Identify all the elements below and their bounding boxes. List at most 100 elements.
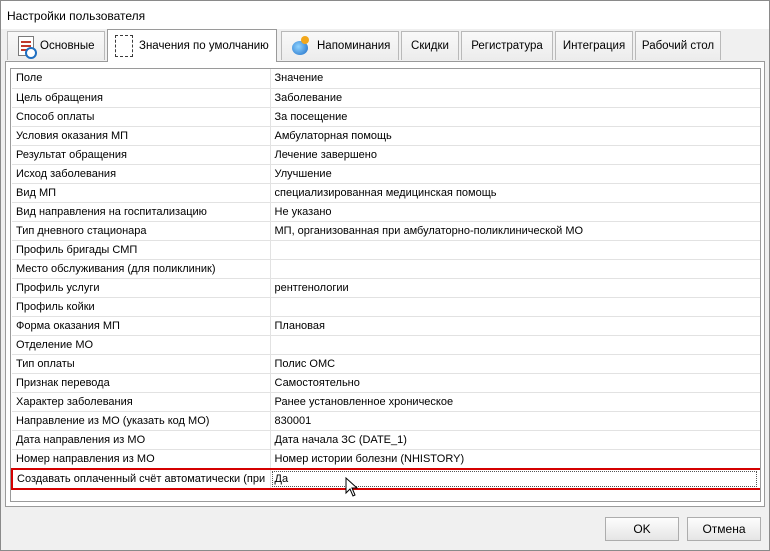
ok-button[interactable]: OK <box>605 517 679 541</box>
field-cell[interactable]: Номер направления из МО <box>12 449 271 469</box>
column-header-field[interactable]: Поле <box>12 69 271 89</box>
table-row[interactable]: Профиль койки <box>12 297 760 317</box>
table-row[interactable]: Форма оказания МП Плановая <box>12 316 760 336</box>
table-row[interactable]: Условия оказания МП Амбулаторная помощь <box>12 126 760 146</box>
value-cell[interactable]: За посещение <box>270 107 760 127</box>
value-cell[interactable]: Дата начала ЗС (DATE_1) <box>270 430 760 450</box>
value-cell[interactable]: Не указано <box>270 202 760 222</box>
field-cell[interactable]: Тип оплаты <box>12 354 271 374</box>
field-cell[interactable]: Форма оказания МП <box>12 316 271 336</box>
tab-desktop-label: Рабочий стол <box>641 39 715 52</box>
value-cell[interactable]: специализированная медицинская помощь <box>270 183 760 203</box>
tab-strip: Основные Значения по умолчанию Напоминан… <box>5 29 765 62</box>
tab-registry[interactable]: Регистратура <box>461 31 553 60</box>
tab-discounts[interactable]: Скидки <box>401 31 459 60</box>
field-cell[interactable]: Характер заболевания <box>12 392 271 412</box>
blank-page-icon <box>115 35 133 57</box>
table-row[interactable]: Вид МП специализированная медицинская пом… <box>12 183 760 203</box>
value-text: Лечение завершено <box>274 148 377 161</box>
value-cell[interactable]: Плановая <box>270 316 760 336</box>
value-cell[interactable]: Заболевание <box>270 88 760 108</box>
field-cell[interactable]: Признак перевода <box>12 373 271 393</box>
table-row[interactable]: Создавать оплаченный счёт автоматически … <box>11 467 760 490</box>
document-report-icon <box>18 36 37 59</box>
reminder-globe-icon <box>289 35 311 57</box>
value-cell[interactable]: Да <box>270 467 760 490</box>
table-row[interactable]: Направление из МО (указать код МО) 830001 <box>12 411 760 431</box>
field-cell[interactable]: Вид направления на госпитализацию <box>12 202 271 222</box>
tab-desktop[interactable]: Рабочий стол <box>635 31 721 60</box>
value-cell[interactable]: рентгенологии <box>270 278 760 298</box>
tab-registry-label: Регистратура <box>471 39 543 52</box>
field-cell[interactable]: Профиль койки <box>12 297 271 317</box>
value-cell[interactable]: МП, организованная при амбулаторно-полик… <box>270 221 760 241</box>
field-cell[interactable]: Исход заболевания <box>12 164 271 184</box>
field-cell[interactable]: Цель обращения <box>12 88 271 108</box>
table-row[interactable]: Характер заболевания Ранее установленное … <box>12 392 760 412</box>
value-text: Номер истории болезни (NHISTORY) <box>274 452 465 465</box>
tab-content-panel: Поле Значение Цель обращения Заболевание С… <box>5 61 765 507</box>
table-row[interactable]: Тип дневного стационара МП, организованна… <box>12 221 760 241</box>
value-cell[interactable]: Улучшение <box>270 164 760 184</box>
table-row[interactable]: Место обслуживания (для поликлиник) <box>12 259 760 279</box>
value-text: Не указано <box>274 205 332 218</box>
field-cell[interactable]: Результат обращения <box>12 145 271 165</box>
value-cell[interactable]: Номер истории болезни (NHISTORY) <box>270 449 760 469</box>
field-cell[interactable]: Отделение МО <box>12 335 271 355</box>
table-row[interactable]: Профиль бригады СМП <box>12 240 760 260</box>
value-text: Улучшение <box>274 167 332 180</box>
tab-defaults[interactable]: Значения по умолчанию <box>107 29 277 62</box>
value-text: Полис ОМС <box>274 357 336 370</box>
value-cell[interactable]: Ранее установленное хроническое <box>270 392 760 412</box>
value-cell[interactable] <box>270 240 760 260</box>
value-text: Плановая <box>274 319 325 332</box>
value-cell[interactable]: Полис ОМС <box>270 354 760 374</box>
settings-window: Настройки пользователя Основные Значения… <box>0 0 770 551</box>
field-cell[interactable]: Условия оказания МП <box>12 126 271 146</box>
field-cell[interactable]: Направление из МО (указать код МО) <box>12 411 271 431</box>
value-cell[interactable] <box>270 335 760 355</box>
field-cell[interactable]: Дата направления из МО <box>12 430 271 450</box>
value-cell[interactable]: Самостоятельно <box>270 373 760 393</box>
table-row[interactable]: Профиль услуги рентгенологии <box>12 278 760 298</box>
field-cell[interactable]: Профиль бригады СМП <box>12 240 271 260</box>
cancel-button[interactable]: Отмена <box>687 517 761 541</box>
defaults-grid[interactable]: Поле Значение Цель обращения Заболевание С… <box>10 68 761 502</box>
column-header-value[interactable]: Значение <box>270 69 760 89</box>
value-cell[interactable]: 830001 <box>270 411 760 431</box>
tab-reminders[interactable]: Напоминания <box>281 31 399 60</box>
table-row[interactable]: Дата направления из МО Дата начала ЗС (DA… <box>12 430 760 450</box>
field-cell[interactable]: Профиль услуги <box>12 278 271 298</box>
value-text: рентгенологии <box>274 281 349 294</box>
value-cell[interactable]: Амбулаторная помощь <box>270 126 760 146</box>
grid-header-row: Поле Значение <box>12 69 760 89</box>
tab-main-label: Основные <box>40 39 95 52</box>
value-cell[interactable]: Лечение завершено <box>270 145 760 165</box>
field-cell[interactable]: Способ оплаты <box>12 107 271 127</box>
table-row[interactable]: Тип оплаты Полис ОМС <box>12 354 760 374</box>
table-row[interactable]: Результат обращения Лечение завершено <box>12 145 760 165</box>
value-text: За посещение <box>274 110 348 123</box>
value-text: Дата начала ЗС (DATE_1) <box>274 433 407 446</box>
value-text: Ранее установленное хроническое <box>274 395 454 408</box>
field-cell[interactable]: Создавать оплаченный счёт автоматически … <box>11 467 271 490</box>
value-cell[interactable] <box>270 297 760 317</box>
table-row[interactable]: Отделение МО <box>12 335 760 355</box>
table-row[interactable]: Исход заболевания Улучшение <box>12 164 760 184</box>
value-text: 830001 <box>274 414 312 427</box>
table-row[interactable]: Цель обращения Заболевание <box>12 88 760 108</box>
tab-main[interactable]: Основные <box>7 31 105 60</box>
value-text: Амбулаторная помощь <box>274 129 392 142</box>
value-text: Самостоятельно <box>274 376 360 389</box>
defaults-table: Поле Значение Цель обращения Заболевание С… <box>11 69 760 490</box>
tab-integration[interactable]: Интеграция <box>555 31 633 60</box>
field-cell[interactable]: Тип дневного стационара <box>12 221 271 241</box>
tab-reminders-label: Напоминания <box>317 39 391 52</box>
field-cell[interactable]: Место обслуживания (для поликлиник) <box>12 259 271 279</box>
field-cell[interactable]: Вид МП <box>12 183 271 203</box>
value-cell[interactable] <box>270 259 760 279</box>
table-row[interactable]: Вид направления на госпитализацию Не указ… <box>12 202 760 222</box>
table-row[interactable]: Признак перевода Самостоятельно <box>12 373 760 393</box>
table-row[interactable]: Способ оплаты За посещение <box>12 107 760 127</box>
table-row[interactable]: Номер направления из МО Номер истории бол… <box>12 449 760 469</box>
